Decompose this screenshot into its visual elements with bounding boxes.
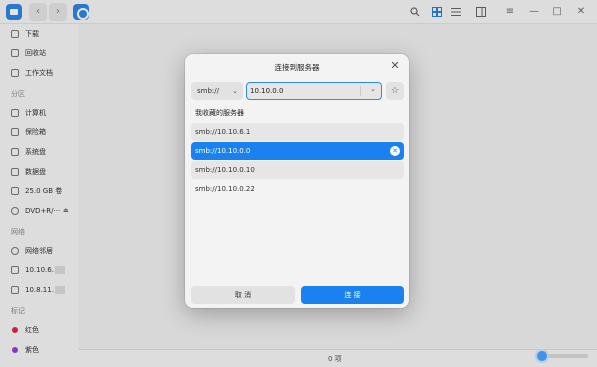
add-favorite-button[interactable]: ☆ [386, 82, 404, 100]
server-address-input[interactable] [250, 85, 354, 97]
remove-favorite-icon[interactable]: ✕ [390, 146, 400, 156]
connect-button[interactable]: 连 接 [301, 286, 404, 304]
chevron-down-icon: ⌄ [232, 87, 238, 95]
server-address-combobox[interactable]: ⌄ [246, 82, 382, 100]
chevron-down-icon[interactable]: ⌄ [370, 85, 376, 93]
favorite-server-item-selected[interactable]: smb://10.10.0.0 ✕ [191, 142, 404, 160]
favorite-server-item[interactable]: smb://10.10.6.1 [191, 123, 404, 141]
close-icon: ✕ [390, 59, 400, 72]
protocol-value: smb:// [197, 87, 219, 95]
favorite-server-item[interactable]: smb://10.10.0.22 [191, 180, 404, 198]
favorite-server-item[interactable]: smb://10.10.0.10 [191, 161, 404, 179]
connect-to-server-dialog: 连接到服务器 ✕ smb:// ⌄ ⌄ ☆ 我收藏的服务器 smb://10.1… [185, 54, 409, 308]
cancel-button[interactable]: 取 消 [191, 286, 295, 304]
dialog-title: 连接到服务器 [274, 63, 320, 72]
favorite-servers-list: smb://10.10.6.1 smb://10.10.0.0 ✕ smb://1… [191, 123, 404, 199]
favorites-header: 我收藏的服务器 [195, 109, 244, 117]
dialog-close-button[interactable]: ✕ [389, 60, 401, 72]
file-manager-window: ‹ › ≡ — □ ✕ 下载 回收站 工作文档 分区 计算机 保险箱 系统盘 数… [0, 0, 597, 367]
divider [360, 86, 361, 96]
protocol-select[interactable]: smb:// ⌄ [191, 82, 243, 100]
star-icon: ☆ [390, 86, 400, 96]
